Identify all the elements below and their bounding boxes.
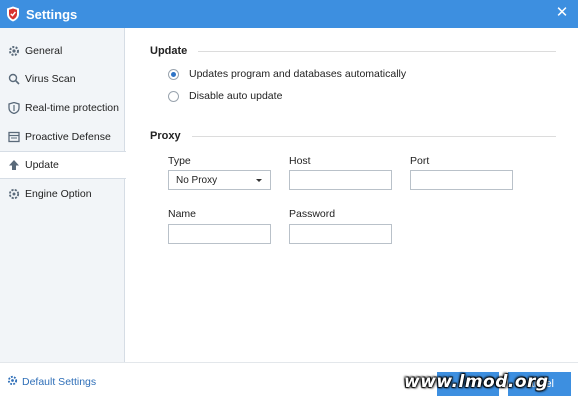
section-divider xyxy=(192,136,556,137)
sidebar-item-label: Proactive Defense xyxy=(25,131,111,143)
default-settings-link[interactable]: Default Settings xyxy=(7,375,96,389)
proxy-port-label: Port xyxy=(410,155,430,167)
engine-gear-icon xyxy=(8,188,20,200)
sidebar-item-label: General xyxy=(25,45,63,57)
section-divider xyxy=(198,51,556,52)
dropdown-caret-icon xyxy=(256,179,262,182)
radio-disable-auto-update[interactable]: Disable auto update xyxy=(168,90,282,102)
watermark-text: www.lmod.org xyxy=(404,372,549,392)
radio-label: Disable auto update xyxy=(189,90,283,102)
sidebar-item-label: Update xyxy=(25,159,59,171)
arrow-up-icon xyxy=(8,159,20,171)
search-icon xyxy=(8,73,20,85)
radio-auto-update[interactable]: Updates program and databases automatica… xyxy=(168,68,406,80)
shield-icon xyxy=(8,102,20,114)
proxy-name-input[interactable] xyxy=(168,224,271,244)
proxy-section-title: Proxy xyxy=(150,130,181,142)
proxy-host-input[interactable] xyxy=(289,170,392,190)
sidebar: General Virus Scan Real-time protection … xyxy=(0,28,126,362)
proxy-port-input[interactable] xyxy=(410,170,513,190)
title-bar: Settings ✕ xyxy=(0,0,578,28)
proxy-type-value: No Proxy xyxy=(176,174,218,186)
app-shield-logo-icon xyxy=(6,6,20,22)
proxy-password-label: Password xyxy=(289,208,336,220)
sidebar-item-label: Engine Option xyxy=(25,188,92,200)
sidebar-item-label: Real-time protection xyxy=(25,102,119,114)
sidebar-item-virus-scan[interactable]: Virus Scan xyxy=(0,65,125,93)
proxy-name-label: Name xyxy=(168,208,197,220)
radio-button-checked[interactable] xyxy=(168,68,179,80)
default-settings-label: Default Settings xyxy=(22,376,97,388)
window-title: Settings xyxy=(26,7,78,22)
sidebar-item-general[interactable]: General xyxy=(0,37,125,65)
sidebar-item-real-time-protection[interactable]: Real-time protection xyxy=(0,94,125,122)
proxy-password-input[interactable] xyxy=(289,224,392,244)
update-section-title: Update xyxy=(150,45,188,57)
radio-button[interactable] xyxy=(168,90,179,102)
sidebar-item-label: Virus Scan xyxy=(25,73,76,85)
gear-icon xyxy=(7,375,18,389)
sidebar-item-proactive-defense[interactable]: Proactive Defense xyxy=(0,123,125,151)
radio-label: Updates program and databases automatica… xyxy=(189,68,407,80)
proxy-type-select[interactable]: No Proxy xyxy=(168,170,271,190)
sidebar-item-update[interactable]: Update xyxy=(0,151,126,179)
close-icon[interactable]: ✕ xyxy=(554,4,570,22)
panel-icon xyxy=(8,131,20,143)
gear-icon xyxy=(8,45,20,57)
sidebar-item-engine-option[interactable]: Engine Option xyxy=(0,180,125,208)
settings-content: Update Updates program and databases aut… xyxy=(126,28,578,362)
proxy-host-label: Host xyxy=(289,155,311,167)
proxy-type-label: Type xyxy=(168,155,191,167)
